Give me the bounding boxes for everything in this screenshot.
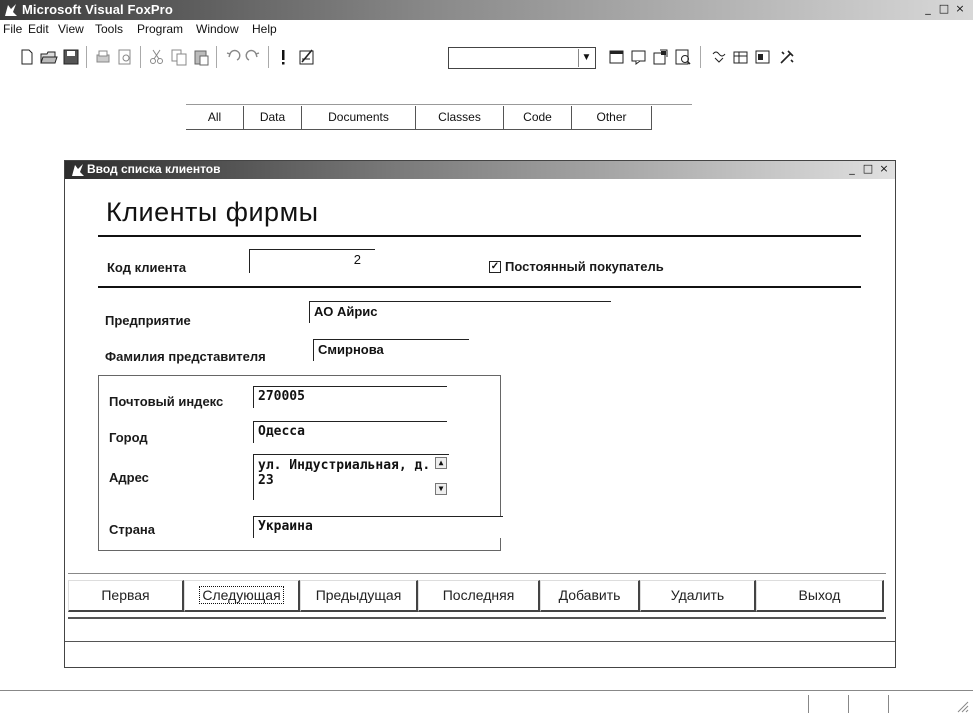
form-title: Ввод списка клиентов	[87, 162, 221, 176]
run-icon[interactable]	[274, 48, 292, 66]
undo-icon[interactable]	[224, 48, 242, 66]
menu-window[interactable]: Window	[196, 22, 239, 36]
form-title-bar[interactable]: Ввод списка клиентов _ □ ×	[65, 161, 895, 179]
redo-icon[interactable]	[244, 48, 262, 66]
tab-other[interactable]: Other	[572, 106, 652, 130]
add-button[interactable]: Добавить	[540, 580, 640, 612]
form-window-controls: _ □ ×	[845, 163, 891, 176]
tab-documents[interactable]: Documents	[302, 106, 416, 130]
country-label: Страна	[109, 522, 156, 537]
minimize-button[interactable]: _	[845, 163, 859, 176]
data-session-icon[interactable]	[732, 48, 750, 66]
client-entry-form: Ввод списка клиентов _ □ × Клиенты фирмы…	[64, 160, 896, 668]
close-button[interactable]: ×	[953, 3, 967, 16]
address-memo-text: ул. Индустриальная, д. 23	[258, 458, 431, 488]
code-window-icon[interactable]	[754, 48, 772, 66]
wizard-icon[interactable]	[778, 48, 796, 66]
address-memo-field[interactable]: ул. Индустриальная, д. 23 ▲ ▼	[253, 454, 449, 500]
command-window-icon[interactable]	[608, 48, 626, 66]
toolbar-separator	[140, 46, 141, 68]
tab-classes[interactable]: Classes	[416, 106, 504, 130]
close-button[interactable]: ×	[877, 163, 891, 176]
country-field[interactable]: Украина	[253, 516, 503, 538]
previous-button[interactable]: Предыдущая	[300, 580, 418, 612]
status-pane	[888, 695, 928, 713]
view-window-icon[interactable]	[630, 48, 648, 66]
maximize-button[interactable]: □	[937, 3, 951, 16]
address-label: Адрес	[109, 470, 149, 485]
form-designer-icon[interactable]	[674, 48, 692, 66]
toolbar-combo-box[interactable]: ▼	[448, 47, 596, 69]
tab-code[interactable]: Code	[504, 106, 572, 130]
regular-customer-label[interactable]: Постоянный покупатель	[505, 259, 664, 274]
last-button[interactable]: Последняя	[418, 580, 540, 612]
resize-grip-icon[interactable]	[955, 699, 969, 713]
connections-icon[interactable]	[710, 48, 728, 66]
navigation-button-bar: Первая Следующая Предыдущая Последняя До…	[68, 573, 886, 619]
properties-icon[interactable]	[652, 48, 670, 66]
minimize-button[interactable]: _	[921, 3, 935, 16]
client-code-field[interactable]: 2	[249, 249, 375, 273]
tab-all[interactable]: All	[186, 106, 244, 130]
maximize-button[interactable]: □	[861, 163, 875, 176]
standard-toolbar: ▼	[16, 44, 876, 72]
divider-line	[98, 235, 861, 237]
status-pane	[808, 695, 848, 713]
delete-button[interactable]: Удалить	[640, 580, 756, 612]
open-folder-icon[interactable]	[40, 48, 58, 66]
tab-data[interactable]: Data	[244, 106, 302, 130]
app-title-bar[interactable]: Microsoft Visual FoxPro _ □ ×	[0, 0, 973, 20]
paste-icon[interactable]	[192, 48, 210, 66]
form-bottom-border	[65, 641, 895, 642]
toolbar-separator	[216, 46, 217, 68]
copy-icon[interactable]	[170, 48, 188, 66]
menu-bar: File Edit View Tools Program Window Help	[0, 20, 973, 40]
save-icon[interactable]	[62, 48, 80, 66]
toolbar-separator	[86, 46, 87, 68]
city-field[interactable]: Одесса	[253, 421, 447, 443]
zip-field[interactable]: 270005	[253, 386, 447, 408]
foxpro-logo-icon	[5, 4, 17, 16]
address-scrollbar[interactable]: ▲ ▼	[435, 457, 447, 497]
status-pane	[848, 695, 888, 713]
scroll-up-icon[interactable]: ▲	[435, 457, 447, 469]
new-file-icon[interactable]	[18, 48, 36, 66]
tab-strip-border	[186, 104, 692, 105]
modify-form-icon[interactable]	[298, 48, 316, 66]
scroll-down-icon[interactable]: ▼	[435, 483, 447, 495]
city-label: Город	[109, 430, 148, 445]
cut-icon[interactable]	[148, 48, 166, 66]
client-code-label: Код клиента	[107, 260, 187, 275]
menu-program[interactable]: Program	[137, 22, 183, 36]
foxpro-logo-icon	[72, 164, 84, 176]
representative-label: Фамилия представителя	[105, 349, 266, 364]
menu-file[interactable]: File	[3, 22, 22, 36]
regular-customer-checkbox[interactable]: ✓	[489, 261, 501, 273]
print-preview-icon[interactable]	[116, 48, 134, 66]
menu-help[interactable]: Help	[252, 22, 277, 36]
representative-field[interactable]: Смирнова	[313, 339, 469, 361]
company-label: Предприятие	[105, 313, 191, 328]
zip-label: Почтовый индекс	[109, 394, 224, 409]
menu-edit[interactable]: Edit	[28, 22, 49, 36]
print-icon[interactable]	[94, 48, 112, 66]
next-button[interactable]: Следующая	[184, 580, 300, 612]
address-group-box: Почтовый индекс 270005 Город Одесса Адре…	[98, 375, 503, 551]
exit-button[interactable]: Выход	[756, 580, 884, 612]
divider-line	[98, 286, 861, 288]
status-bar	[0, 690, 973, 715]
first-button[interactable]: Первая	[68, 580, 184, 612]
chevron-down-icon[interactable]: ▼	[578, 49, 594, 67]
toolbar-separator	[268, 46, 269, 68]
app-window-controls: _ □ ×	[921, 3, 967, 16]
menu-view[interactable]: View	[58, 22, 84, 36]
app-title: Microsoft Visual FoxPro	[22, 2, 173, 17]
form-heading: Клиенты фирмы	[106, 197, 319, 227]
toolbar-separator	[700, 46, 701, 68]
next-button-label: Следующая	[199, 586, 284, 604]
company-field[interactable]: АО Айрис	[309, 301, 611, 323]
menu-tools[interactable]: Tools	[95, 22, 123, 36]
